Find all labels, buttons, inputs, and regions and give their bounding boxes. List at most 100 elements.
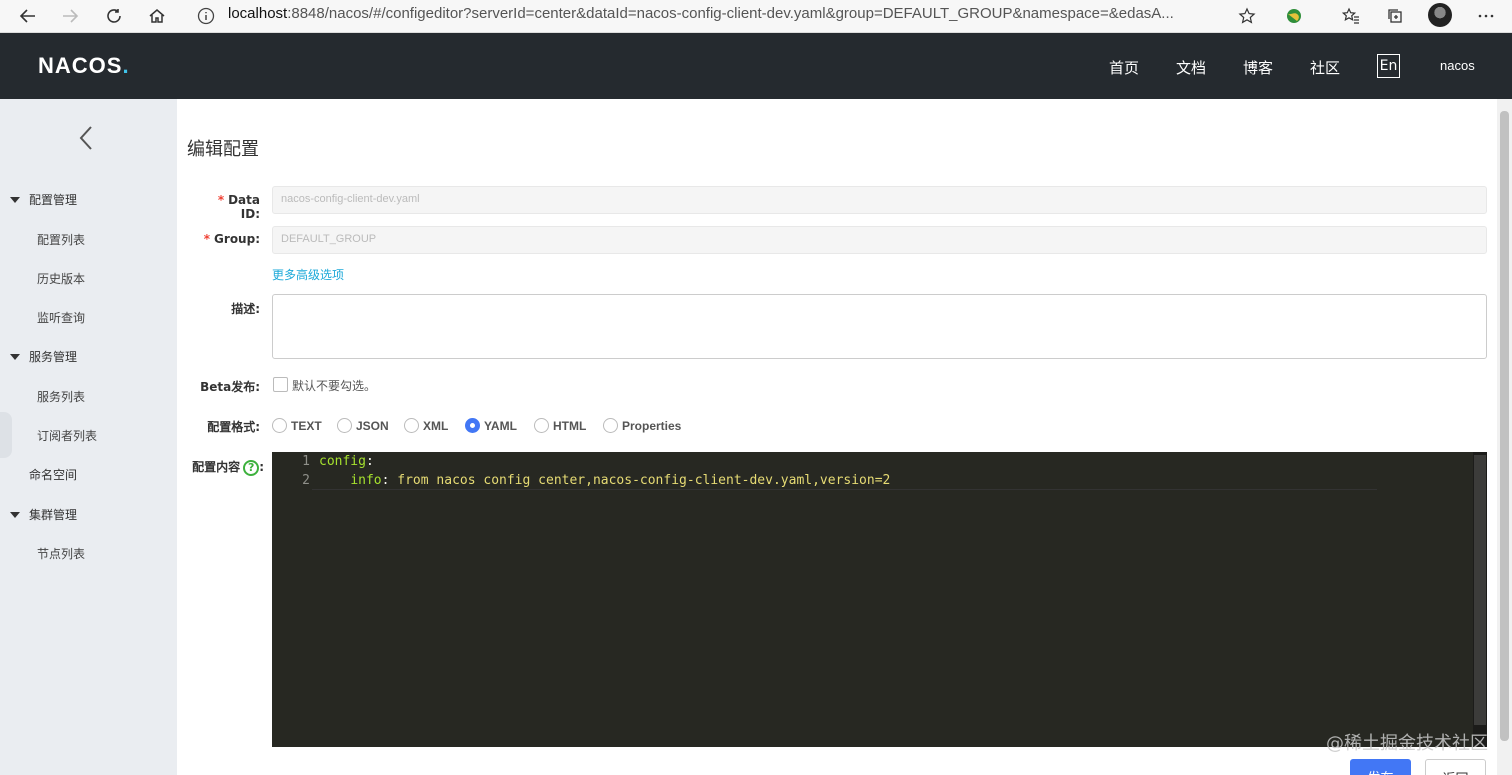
site-info-icon[interactable] — [196, 6, 216, 26]
page-title: 编辑配置 — [187, 139, 259, 160]
content-label-colon: : — [259, 460, 264, 474]
group-label: * Group: — [196, 232, 260, 246]
logo-dot: . — [122, 53, 130, 78]
radio-circle — [337, 418, 352, 433]
radio-circle — [534, 418, 549, 433]
help-icon[interactable]: ? — [243, 459, 260, 476]
app-header: NACOS. 首页 文档 博客 社区 En nacos — [0, 33, 1512, 99]
sidebar-item-listener-query[interactable]: 监听查询 — [37, 309, 85, 326]
caret-down-icon — [10, 196, 20, 203]
group-input[interactable]: DEFAULT_GROUP — [272, 226, 1487, 254]
username[interactable]: nacos — [1440, 58, 1475, 73]
sidebar-item-node-list[interactable]: 节点列表 — [37, 545, 85, 562]
content-label-text: 配置内容 — [192, 460, 241, 474]
sidebar: 配置管理 配置列表 历史版本 监听查询 服务管理 服务列表 订阅者列表 命名空间… — [0, 99, 177, 775]
radio-circle — [465, 418, 480, 433]
star-icon[interactable] — [1233, 3, 1261, 29]
code-editor[interactable]: 1 2 config: info: from nacos config cent… — [272, 452, 1487, 747]
sidebar-item-namespace[interactable]: 命名空间 — [29, 466, 77, 483]
group-label-text: Group: — [214, 232, 260, 246]
format-radio-properties[interactable]: Properties — [603, 418, 681, 433]
collapse-sidebar-icon[interactable] — [76, 124, 96, 152]
sidebar-group-config[interactable]: 配置管理 — [10, 191, 77, 208]
format-radio-json[interactable]: JSON — [337, 418, 389, 433]
sidebar-group-label: 配置管理 — [29, 193, 78, 207]
advanced-options-link[interactable]: 更多高级选项 — [272, 266, 344, 283]
address-bar[interactable]: localhost:8848/nacos/#/configeditor?serv… — [228, 5, 1223, 22]
url-host: localhost — [228, 5, 288, 22]
code-line: config: — [319, 454, 374, 469]
line-number: 2 — [302, 473, 310, 488]
nav-docs[interactable]: 文档 — [1176, 57, 1206, 78]
more-menu-icon[interactable] — [1472, 3, 1500, 29]
back-button[interactable]: 返回 — [1425, 759, 1486, 775]
radio-label: XML — [423, 418, 449, 433]
browser-toolbar: localhost:8848/nacos/#/configeditor?serv… — [0, 0, 1512, 33]
nav-home[interactable]: 首页 — [1109, 57, 1139, 78]
url-path: :8848/nacos/#/configeditor?serverId=cent… — [287, 5, 1174, 22]
nav-community[interactable]: 社区 — [1310, 57, 1340, 78]
back-arrow-icon[interactable] — [14, 3, 42, 29]
sidebar-notch — [0, 412, 12, 458]
description-label: 描述: — [231, 302, 260, 316]
radio-label: JSON — [356, 418, 389, 433]
yaml-value: from nacos config center,nacos-config-cl… — [397, 473, 891, 488]
format-radio-text[interactable]: TEXT — [272, 418, 322, 433]
radio-circle — [603, 418, 618, 433]
editor-scrollbar[interactable] — [1473, 452, 1487, 747]
required-mark: * — [203, 232, 211, 246]
beta-checkbox[interactable] — [273, 377, 288, 392]
radio-circle — [272, 418, 287, 433]
radio-label: HTML — [553, 418, 587, 433]
caret-down-icon — [10, 511, 20, 518]
sidebar-item-history[interactable]: 历史版本 — [37, 270, 85, 287]
radio-label: YAML — [484, 418, 517, 433]
favorites-icon[interactable] — [1337, 3, 1365, 29]
format-radio-yaml[interactable]: YAML — [465, 418, 517, 433]
sidebar-group-cluster[interactable]: 集群管理 — [10, 506, 77, 523]
radio-label: TEXT — [291, 418, 322, 433]
sidebar-item-config-list[interactable]: 配置列表 — [37, 231, 85, 248]
page-scrollbar[interactable] — [1497, 99, 1512, 775]
watermark: @稀土掘金技术社区 — [1326, 733, 1488, 754]
extension-globe-icon[interactable] — [1280, 3, 1308, 29]
beta-label: Beta发布: — [200, 380, 260, 394]
format-label: 配置格式: — [207, 420, 260, 434]
page-scroll-thumb[interactable] — [1500, 111, 1509, 741]
sidebar-group-service[interactable]: 服务管理 — [10, 348, 77, 365]
reload-icon[interactable] — [100, 3, 128, 29]
collections-icon[interactable] — [1381, 3, 1409, 29]
data-id-input[interactable]: nacos-config-client-dev.yaml — [272, 186, 1487, 214]
sidebar-group-label: 服务管理 — [29, 350, 78, 364]
yaml-colon: : — [381, 473, 398, 488]
content-label: 配置内容?: — [180, 458, 264, 476]
language-toggle-button[interactable]: En — [1377, 54, 1400, 78]
sidebar-item-service-list[interactable]: 服务列表 — [37, 388, 85, 405]
data-id-label-text: Data ID: — [228, 193, 260, 221]
yaml-key: config — [319, 454, 366, 469]
radio-label: Properties — [622, 418, 682, 433]
radio-circle — [404, 418, 419, 433]
publish-button[interactable]: 发布 — [1350, 759, 1411, 775]
sidebar-group-label: 集群管理 — [29, 508, 78, 522]
nav-blog[interactable]: 博客 — [1243, 57, 1273, 78]
format-radio-html[interactable]: HTML — [534, 418, 586, 433]
required-mark: * — [217, 193, 225, 207]
nacos-logo[interactable]: NACOS. — [38, 53, 130, 79]
yaml-colon: : — [365, 454, 374, 469]
code-line: info: from nacos config center,nacos-con… — [319, 473, 890, 488]
editor-scroll-thumb[interactable] — [1474, 455, 1486, 725]
editor-gutter — [272, 452, 312, 747]
format-radio-xml[interactable]: XML — [404, 418, 448, 433]
home-icon[interactable] — [143, 3, 171, 29]
forward-arrow-icon[interactable] — [56, 3, 84, 29]
profile-avatar[interactable] — [1428, 3, 1452, 27]
caret-down-icon — [10, 353, 20, 360]
data-id-label: * Data ID: — [196, 193, 260, 221]
sidebar-item-subscriber-list[interactable]: 订阅者列表 — [37, 427, 97, 444]
beta-hint: 默认不要勾选。 — [292, 379, 377, 393]
description-textarea[interactable] — [272, 294, 1487, 359]
yaml-key: info — [350, 473, 382, 488]
line-number: 1 — [302, 454, 310, 469]
